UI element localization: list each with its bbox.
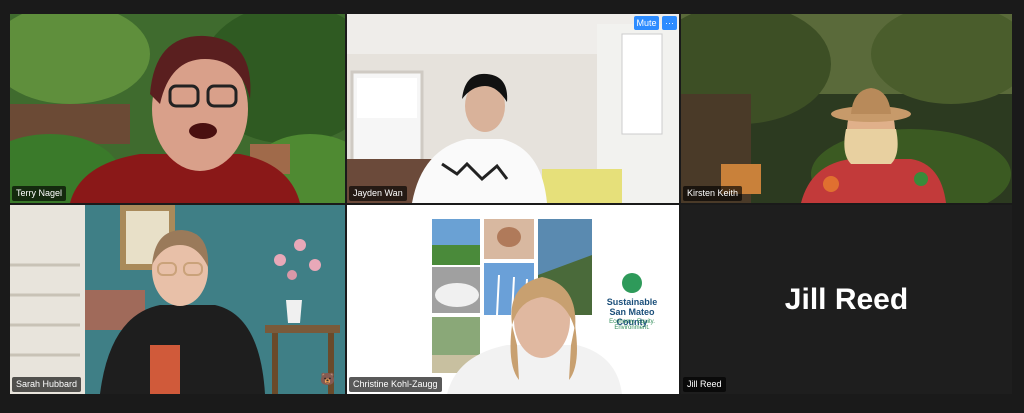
mute-button[interactable]: Mute xyxy=(634,16,659,30)
person-silhouette xyxy=(447,277,622,394)
video-feed xyxy=(681,14,1012,203)
video-feed xyxy=(347,14,679,203)
bear-logo-icon: 🐻 xyxy=(320,372,335,386)
participant-display-name: Jill Reed xyxy=(784,282,909,316)
video-feed xyxy=(10,205,345,394)
participant-name: Sarah Hubbard xyxy=(12,377,82,392)
video-tile-terry-nagel[interactable]: Terry Nagel xyxy=(10,14,345,203)
video-tile-jill-reed[interactable]: Jill Reed Jill Reed xyxy=(681,205,1012,394)
participant-name: Christine Kohl-Zaugg xyxy=(349,377,442,392)
video-feed xyxy=(10,14,345,203)
video-tile-christine-kohl-zaugg[interactable]: Sustainable San Mateo County Economy. Eq… xyxy=(347,205,679,394)
video-tile-sarah-hubbard[interactable]: 🐻 Sarah Hubbard xyxy=(10,205,345,394)
participant-name: Jill Reed xyxy=(683,377,726,392)
video-tile-kirsten-keith[interactable]: Kirsten Keith xyxy=(681,14,1012,203)
more-options-button[interactable]: ··· xyxy=(662,16,677,30)
participant-name: Kirsten Keith xyxy=(683,186,743,201)
participant-name: Jayden Wan xyxy=(349,186,407,201)
participant-name: Terry Nagel xyxy=(12,186,67,201)
video-tile-jayden-wan[interactable]: Mute ··· Jayden Wan xyxy=(347,14,679,203)
